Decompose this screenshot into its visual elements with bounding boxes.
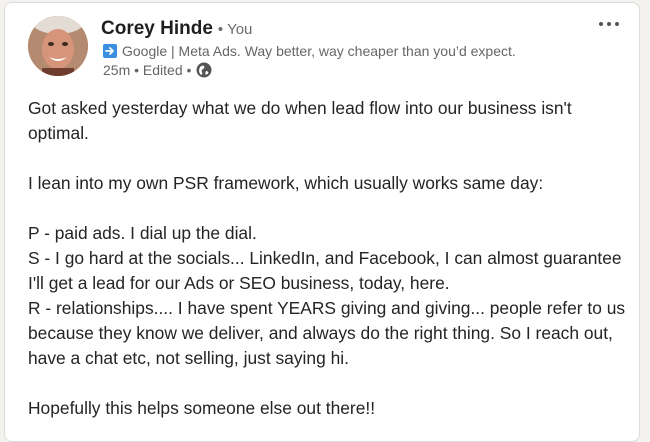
post-text: Got asked yesterday what we do when lead… [28,96,628,421]
post-line: P - paid ads. I dial up the dial. [28,223,257,243]
author-headline-row: Google | Meta Ads. Way better, way cheap… [103,43,516,59]
post-line: have a chat etc, not selling, just sayin… [28,348,349,368]
post-line: optimal. [28,123,89,143]
connection-degree: • You [217,21,253,38]
post-meta: 25m • Edited • [103,62,212,78]
post-line: because they know we deliver, and always… [28,323,613,343]
post-line: R - relationships.... I have spent YEARS… [28,298,626,318]
more-options-icon[interactable] [597,15,621,33]
profile-photo [28,16,88,76]
avatar[interactable] [28,16,88,76]
globe-icon [196,62,212,78]
author-name-row: Corey Hinde • You [101,18,252,40]
post-blank-line [28,146,628,171]
post-line: Got asked yesterday what we do when lead… [28,98,572,118]
post-timestamp: 25m • Edited • [103,62,192,78]
post-blank-line [28,196,628,221]
post-blank-line [28,371,628,396]
post-line: I lean into my own PSR framework, which … [28,173,544,193]
post-line: I'll get a lead for our Ads or SEO busin… [28,273,450,293]
author-headline: Google | Meta Ads. Way better, way cheap… [122,43,516,59]
right-arrow-emoji-icon [103,44,117,58]
post-line: S - I go hard at the socials... LinkedIn… [28,248,622,268]
post-card: Corey Hinde • You Google | Meta Ads. Way… [4,2,640,442]
author-name[interactable]: Corey Hinde [101,18,213,40]
post-line: Hopefully this helps someone else out th… [28,398,376,418]
